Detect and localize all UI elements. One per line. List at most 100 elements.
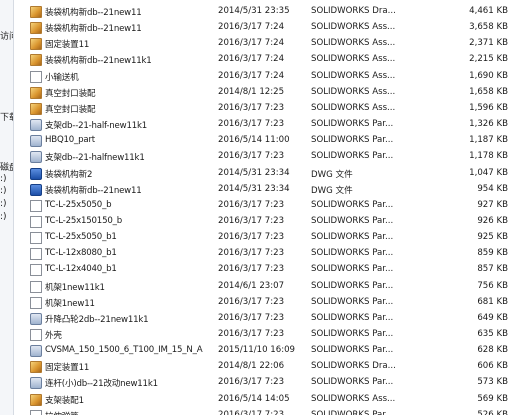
file-size: 2,371 KB [469,38,508,49]
file-row[interactable]: 升降凸轮2db--21new11k1 2016/3/17 7:23 SOLIDWOR… [14,311,520,327]
file-name: 真空封口装配 [45,88,96,99]
file-type: SOLIDWORKS Dra... [311,361,396,372]
file-date-modified: 2014/5/31 23:35 [218,6,290,16]
file-row[interactable]: 小输送机 2016/3/17 7:24 SOLIDWORKS Ass... 1,690… [14,69,520,85]
file-list[interactable]: 装袋机构新db--21new11 2014/5/31 23:35 SOLIDWORK… [14,0,520,415]
file-size: 926 KB [477,215,508,226]
file-type: SOLIDWORKS Par... [311,280,394,291]
file-row[interactable]: TC-L-25x5050_b 2016/3/17 7:23 SOLIDWORKS P… [14,198,520,214]
file-size: 635 KB [477,329,508,339]
file-row[interactable]: 拉伸弹簧 2016/3/17 7:23 SOLIDWORKS Par... 526 K… [14,408,520,415]
nav-item-drive-2[interactable]: :) [0,186,7,196]
file-size: 649 KB [477,312,508,323]
file-row[interactable]: 机架1new11 2016/3/17 7:23 SOLIDWORKS Par... 6… [14,295,520,311]
file-row[interactable]: 支架db--21-half-new11k1 2016/3/17 7:23 SOLID… [14,117,520,133]
file-row[interactable]: 支架装配1 2016/5/14 14:05 SOLIDWORKS Ass... 569… [14,392,520,408]
file-name: 机架1new11k1 [45,282,105,293]
file-row[interactable]: 固定装置11 2016/3/17 7:24 SOLIDWORKS Ass... 2,3… [14,36,520,52]
solidworks-assembly-icon [30,102,42,115]
file-date-modified: 2016/5/14 14:05 [218,393,290,404]
file-row[interactable]: TC-L-25x150150_b 2016/3/17 7:23 SOLIDWORKS… [14,214,520,230]
file-size: 606 KB [477,361,508,372]
solidworks-assembly-icon [30,54,42,67]
file-name: 固定装置11 [45,363,90,374]
file-type: SOLIDWORKS Par... [311,119,394,129]
nav-item-disk[interactable]: 磁盘 [0,160,13,173]
file-date-modified: 2016/3/17 7:24 [218,38,285,49]
navigation-pane[interactable]: 访问 下载 磁盘 :) :) :) :) [0,0,14,415]
file-row[interactable]: 装袋机构新db--21new11k1 2016/3/17 7:24 SOLIDWOR… [14,52,520,68]
document-icon [30,215,42,228]
file-size: 681 KB [477,296,508,307]
file-name: 支架装配1 [45,395,84,406]
file-size: 925 KB [477,232,508,243]
solidworks-part-icon [30,119,42,131]
file-row[interactable]: 外壳 2016/3/17 7:23 SOLIDWORKS Par... 635 KB [14,327,520,343]
file-size: 1,178 KB [469,151,508,162]
file-date-modified: 2016/3/17 7:23 [218,151,285,162]
file-date-modified: 2016/3/17 7:24 [218,70,285,81]
file-date-modified: 2014/5/31 23:34 [218,183,290,194]
file-row[interactable]: 真空封口装配 2014/8/1 12:25 SOLIDWORKS Ass... 1,6… [14,85,520,101]
solidworks-assembly-icon [30,393,42,406]
file-row[interactable]: 连杆(小)db--21改动new11k1 2016/3/17 7:23 SOLIDW… [14,375,520,391]
file-type: SOLIDWORKS Par... [311,296,394,307]
file-size: 1,658 KB [469,86,508,97]
file-row[interactable]: 装袋机构新db--21new11 2014/5/31 23:35 SOLIDWORK… [14,4,520,20]
file-name: TC-L-25x5050_b [45,199,112,210]
file-size: 569 KB [477,393,508,404]
file-date-modified: 2014/5/31 23:34 [218,167,290,178]
file-name: 装袋机构新2 [45,169,93,180]
file-row[interactable]: 装袋机构新db--21new11 2014/5/31 23:34 DWG 文件 954… [14,182,520,198]
file-date-modified: 2014/8/1 22:06 [218,361,285,372]
file-size: 4,461 KB [469,6,508,16]
file-date-modified: 2016/3/17 7:23 [218,199,285,210]
file-type: SOLIDWORKS Par... [311,232,394,243]
file-name: 支架db--21-halfnew11k1 [45,153,145,164]
file-name: 连杆(小)db--21改动new11k1 [45,379,158,390]
file-size: 526 KB [477,409,508,415]
file-size: 857 KB [477,264,508,275]
solidworks-part-icon [30,345,42,358]
file-date-modified: 2016/3/17 7:24 [218,54,285,65]
nav-item-downloads[interactable]: 下载 [0,110,13,123]
file-type: SOLIDWORKS Par... [311,135,394,146]
file-name: TC-L-12x8080_b1 [45,248,117,259]
file-type: SOLIDWORKS Ass... [311,70,396,81]
file-row[interactable]: TC-L-12x4040_b1 2016/3/17 7:23 SOLIDWORKS … [14,262,520,278]
file-date-modified: 2015/11/10 16:09 [218,345,296,356]
file-row[interactable]: 机架1new11k1 2014/6/1 23:07 SOLIDWORKS Par..… [14,279,520,295]
file-row[interactable]: 真空封口装配 2016/3/17 7:23 SOLIDWORKS Ass... 1,5… [14,101,520,117]
nav-item-drive-3[interactable]: :) [0,199,7,209]
file-size: 859 KB [477,248,508,259]
file-type: SOLIDWORKS Par... [311,199,394,210]
file-row[interactable]: TC-L-12x8080_b1 2016/3/17 7:23 SOLIDWORKS … [14,246,520,262]
file-date-modified: 2016/3/17 7:23 [218,409,285,415]
file-row[interactable]: CVSMA_150_1500_6_T100_IM_15_N_A 2015/11/1… [14,343,520,359]
file-type: SOLIDWORKS Dra... [311,6,396,16]
file-row[interactable]: 固定装置11 2014/8/1 22:06 SOLIDWORKS Dra... 606… [14,359,520,375]
file-date-modified: 2016/3/17 7:23 [218,264,285,275]
file-row[interactable]: 装袋机构新db--21new11 2016/3/17 7:24 SOLIDWORKS… [14,20,520,36]
nav-item-drive-1[interactable]: :) [0,174,7,184]
file-size: 954 KB [477,183,508,194]
nav-item-drive-4[interactable]: :) [0,212,7,222]
file-row[interactable]: 支架db--21-halfnew11k1 2016/3/17 7:23 SOLIDW… [14,149,520,165]
file-row[interactable]: HBQ10_part 2016/5/14 11:00 SOLIDWORKS Par.… [14,133,520,149]
solidworks-assembly-icon [30,22,42,35]
file-row[interactable]: 装袋机构新2 2014/5/31 23:34 DWG 文件 1,047 KB [14,166,520,182]
file-name: 小输送机 [45,72,79,83]
file-size: 1,596 KB [469,102,508,113]
file-type: SOLIDWORKS Par... [311,248,394,259]
file-size: 3,658 KB [469,22,508,33]
file-date-modified: 2016/3/17 7:23 [218,248,285,259]
nav-item-quick-access[interactable]: 访问 [0,29,13,42]
file-row[interactable]: TC-L-25x5050_b1 2016/3/17 7:23 SOLIDWORKS … [14,230,520,246]
file-size: 927 KB [477,199,508,210]
file-size: 573 KB [477,377,508,388]
document-icon [30,232,42,245]
document-icon [30,280,42,293]
file-date-modified: 2016/3/17 7:23 [218,296,285,307]
solidworks-assembly-icon [30,38,42,51]
document-icon [30,329,42,341]
